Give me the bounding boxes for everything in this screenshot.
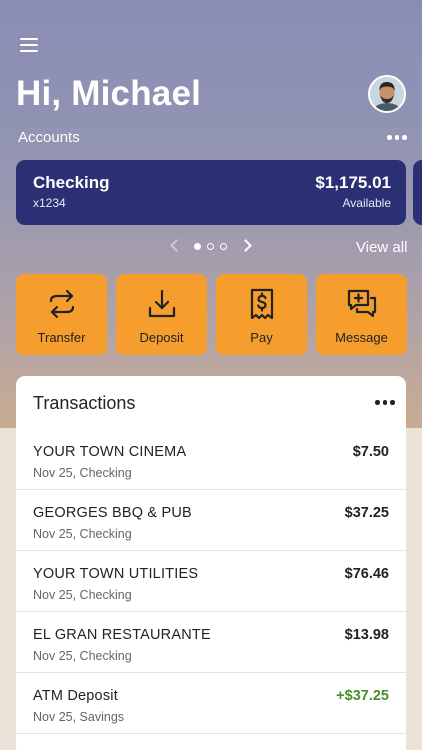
transaction-meta: Nov 25, Checking [33, 649, 132, 663]
transaction-amount: $76.46 [344, 566, 389, 582]
deposit-icon [148, 289, 176, 318]
pay-icon [250, 288, 274, 320]
accounts-label: Accounts [18, 129, 80, 146]
deposit-button[interactable]: Deposit [116, 274, 207, 355]
transaction-merchant: GEORGES BBQ & PUB [33, 505, 192, 521]
transaction-amount: +$37.25 [336, 688, 389, 704]
transaction-row[interactable]: EL GRAN RESTAURANTE Nov 25, Checking $13… [16, 612, 406, 673]
transaction-row[interactable]: ATM Deposit Nov 25, Savings +$37.25 [16, 673, 406, 734]
chevron-left-icon[interactable] [170, 239, 183, 252]
chevron-right-icon[interactable] [239, 239, 252, 252]
message-button[interactable]: Message [316, 274, 407, 355]
account-card-checking[interactable]: Checking x1234 $1,175.01 Available [16, 160, 406, 225]
transfer-icon [49, 289, 75, 319]
transaction-row[interactable]: YOUR TOWN CINEMA Nov 25, Checking $7.50 [16, 429, 406, 490]
message-icon [347, 289, 377, 318]
account-balance-label: Available [342, 196, 391, 210]
transaction-meta: Nov 25, Checking [33, 466, 132, 480]
avatar[interactable] [368, 75, 406, 113]
menu-icon[interactable] [20, 38, 38, 52]
transaction-merchant: YOUR TOWN CINEMA [33, 444, 187, 460]
account-pager [166, 238, 258, 256]
transaction-merchant: ATM Deposit [33, 688, 118, 704]
transfer-button[interactable]: Transfer [16, 274, 107, 355]
transaction-amount: $37.25 [344, 505, 389, 521]
account-card-next[interactable] [413, 160, 422, 225]
deposit-label: Deposit [139, 330, 184, 345]
page-dots [194, 243, 227, 250]
transaction-row[interactable]: YOUR TOWN UTILITIES Nov 25, Checking $76… [16, 551, 406, 612]
greeting: Hi, Michael [16, 74, 202, 113]
view-all-link[interactable]: View all [356, 239, 407, 256]
transaction-meta: Nov 25, Savings [33, 710, 125, 724]
transaction-meta: Nov 25, Checking [33, 588, 132, 602]
transfer-label: Transfer [37, 330, 86, 345]
transactions-title: Transactions [33, 393, 136, 413]
transaction-meta: Nov 25, Checking [33, 527, 132, 541]
accounts-more-icon[interactable] [387, 135, 407, 140]
pay-label: Pay [250, 330, 273, 345]
transaction-amount: $7.50 [352, 444, 389, 460]
transactions-card: Transactions YOUR TOWN CINEMA Nov 25, Ch… [16, 376, 406, 750]
account-balance: $1,175.01 [315, 173, 391, 192]
transaction-merchant: YOUR TOWN UTILITIES [33, 566, 199, 582]
transactions-more-icon[interactable] [375, 400, 395, 405]
account-name: Checking [33, 173, 110, 192]
transaction-amount: $13.98 [344, 627, 389, 643]
transaction-row[interactable]: GEORGES BBQ & PUB Nov 25, Checking $37.2… [16, 490, 406, 551]
transaction-merchant: EL GRAN RESTAURANTE [33, 627, 211, 643]
account-number: x1234 [33, 196, 66, 210]
message-label: Message [335, 330, 388, 345]
avatar-image [370, 77, 404, 111]
pay-button[interactable]: Pay [216, 274, 307, 355]
